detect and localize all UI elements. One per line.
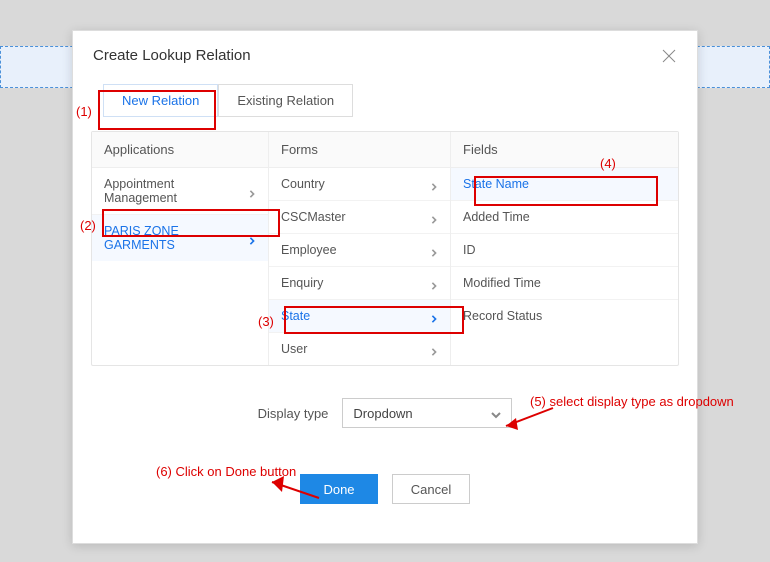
fields-item[interactable]: Modified Time (451, 267, 678, 300)
cancel-button[interactable]: Cancel (392, 474, 470, 504)
applications-item-label: Appointment Management (104, 177, 248, 205)
forms-item-label: CSCMaster (281, 210, 346, 224)
fields-item-label: Record Status (463, 309, 542, 323)
forms-item[interactable]: User (269, 333, 450, 365)
create-lookup-relation-modal: Create Lookup Relation New Relation Exis… (72, 30, 698, 544)
modal-header: Create Lookup Relation (73, 31, 697, 78)
forms-item[interactable]: Employee (269, 234, 450, 267)
selection-panel: Applications Appointment Management PARI… (91, 131, 679, 366)
fields-item[interactable]: ID (451, 234, 678, 267)
applications-item[interactable]: Appointment Management (92, 168, 268, 215)
applications-column: Applications Appointment Management PARI… (92, 132, 268, 365)
forms-item[interactable]: Country (269, 168, 450, 201)
display-type-value: Dropdown (353, 406, 412, 421)
display-type-label: Display type (258, 406, 329, 421)
fields-column: Fields State Name Added Time ID Modified… (450, 132, 678, 365)
forms-item-label: State (281, 309, 310, 323)
fields-item[interactable]: State Name (451, 168, 678, 201)
chevron-right-icon (430, 279, 438, 287)
fields-item-label: Modified Time (463, 276, 541, 290)
chevron-right-icon (430, 180, 438, 188)
close-icon[interactable] (661, 48, 677, 64)
tab-new-relation[interactable]: New Relation (103, 84, 218, 117)
forms-item-label: Enquiry (281, 276, 323, 290)
forms-item-label: Country (281, 177, 325, 191)
forms-item[interactable]: State (269, 300, 450, 333)
done-button[interactable]: Done (300, 474, 378, 504)
applications-item-label: PARIS ZONE GARMENTS (104, 224, 248, 252)
forms-column: Forms Country CSCMaster Employee Enquiry… (268, 132, 450, 365)
tab-existing-relation[interactable]: Existing Relation (218, 84, 353, 117)
forms-header: Forms (269, 132, 450, 168)
button-row: Done Cancel (73, 474, 697, 504)
applications-item[interactable]: PARIS ZONE GARMENTS (92, 215, 268, 261)
fields-header: Fields (451, 132, 678, 168)
forms-item[interactable]: CSCMaster (269, 201, 450, 234)
chevron-right-icon (430, 312, 438, 320)
modal-title: Create Lookup Relation (93, 47, 251, 64)
forms-item-label: User (281, 342, 307, 356)
forms-item[interactable]: Enquiry (269, 267, 450, 300)
applications-header: Applications (92, 132, 268, 168)
display-type-row: Display type Dropdown (73, 398, 697, 428)
chevron-right-icon (430, 213, 438, 221)
chevron-right-icon (248, 234, 256, 242)
chevron-right-icon (430, 246, 438, 254)
chevron-right-icon (248, 187, 256, 195)
chevron-right-icon (430, 345, 438, 353)
fields-item-label: State Name (463, 177, 529, 191)
fields-item[interactable]: Added Time (451, 201, 678, 234)
chevron-down-icon (491, 408, 501, 418)
fields-item-label: Added Time (463, 210, 530, 224)
fields-item[interactable]: Record Status (451, 300, 678, 332)
relation-tabs: New Relation Existing Relation (103, 84, 697, 117)
fields-item-label: ID (463, 243, 476, 257)
forms-item-label: Employee (281, 243, 337, 257)
display-type-select[interactable]: Dropdown (342, 398, 512, 428)
